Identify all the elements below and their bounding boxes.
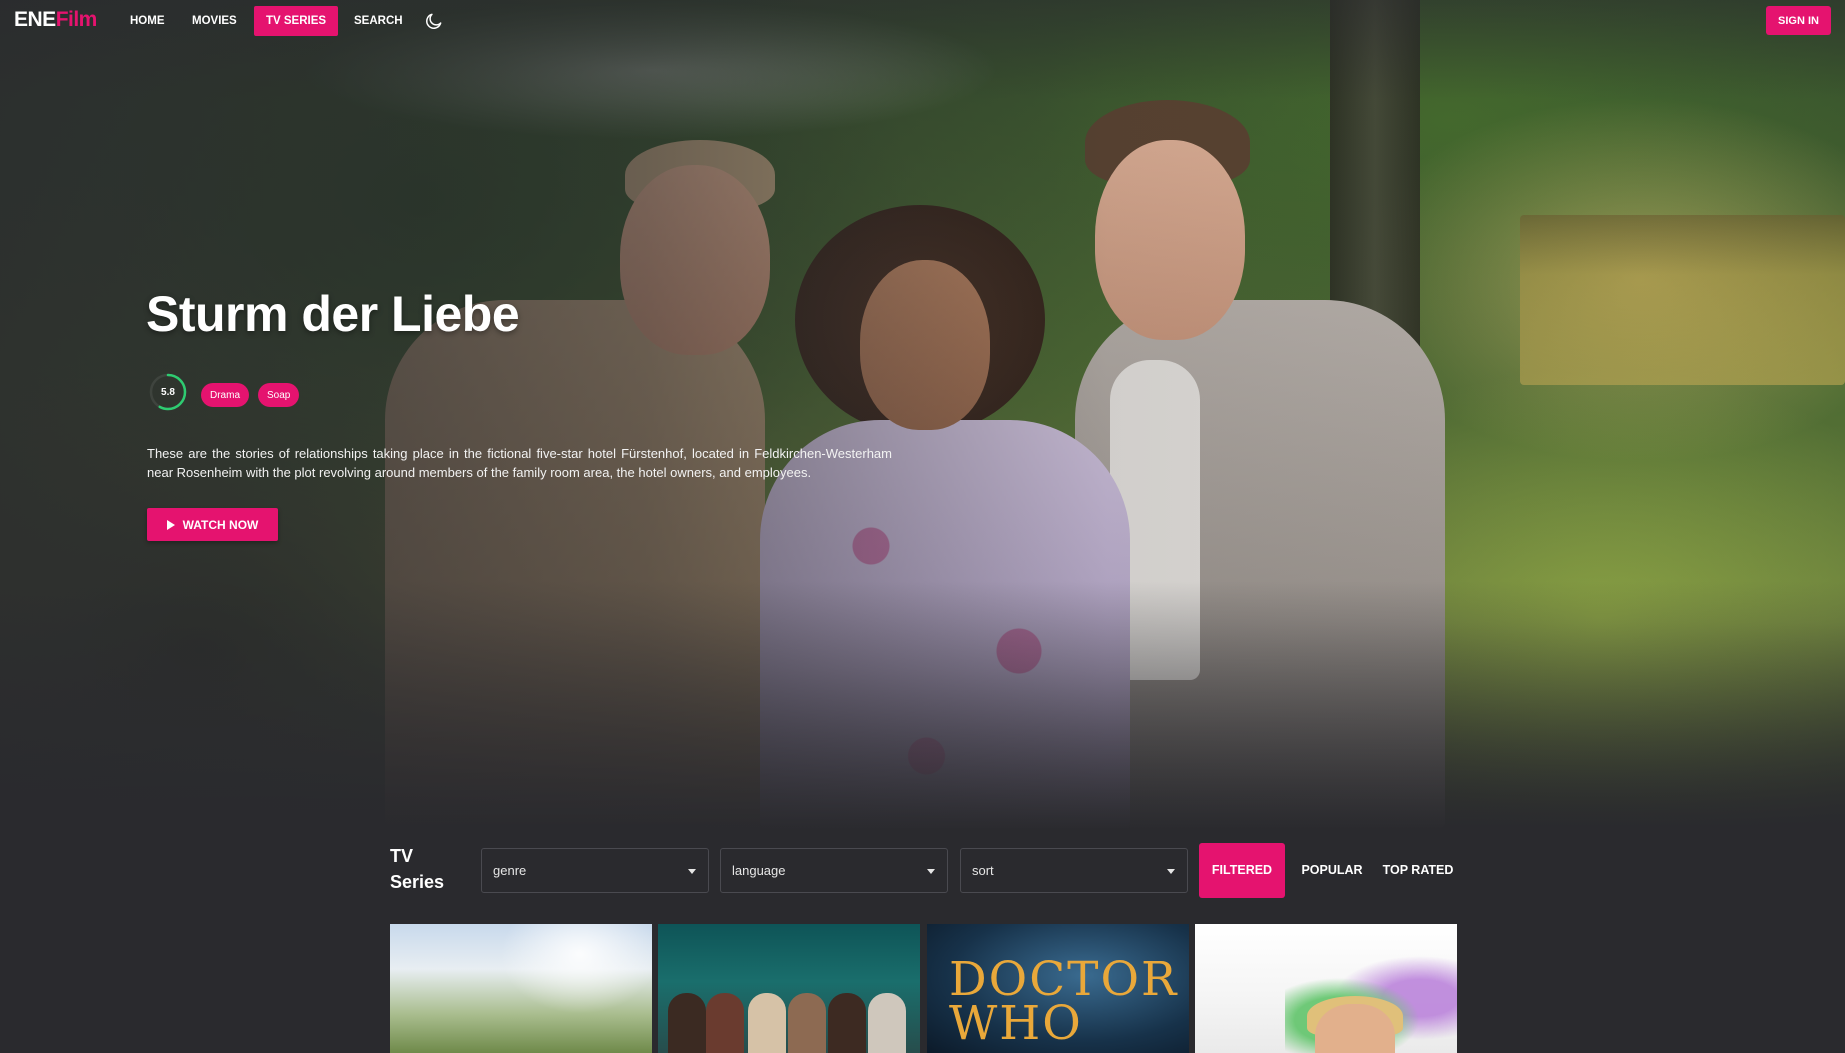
poster-card[interactable]: [390, 924, 652, 1053]
poster-card[interactable]: [1195, 924, 1457, 1053]
section-title: TV Series: [390, 846, 445, 892]
brand-logo-part2: Film: [55, 8, 98, 31]
chevron-down-icon: [688, 869, 696, 874]
poster-art: [500, 924, 652, 1014]
sort-select[interactable]: sort: [960, 848, 1188, 893]
tab-filtered[interactable]: FILTERED: [1199, 843, 1285, 898]
rating-value: 5.8: [161, 386, 175, 398]
poster-title-text: DOCTOR WHO: [949, 952, 1179, 1051]
watch-now-label: WATCH NOW: [182, 517, 259, 532]
nav-search[interactable]: SEARCH: [342, 6, 415, 36]
play-icon: [166, 519, 175, 530]
poster-art: [668, 993, 706, 1053]
hero-backdrop: [0, 0, 1845, 830]
poster-art: [706, 993, 744, 1053]
chevron-down-icon: [1167, 869, 1175, 874]
hero-title: Sturm der Liebe: [146, 286, 520, 342]
brand-logo[interactable]: ENEFilm: [14, 8, 97, 32]
tab-popular[interactable]: POPULAR: [1292, 843, 1372, 898]
sort-select-value: sort: [972, 863, 994, 878]
hero-gradient-overlay: [0, 0, 1845, 830]
poster-art: [1315, 1004, 1395, 1053]
poster-card[interactable]: DOCTOR WHO: [927, 924, 1189, 1053]
genre-chip-drama[interactable]: Drama: [201, 383, 250, 407]
sign-in-button[interactable]: SIGN IN: [1766, 6, 1831, 35]
poster-art: [868, 993, 906, 1053]
tab-top-rated[interactable]: TOP RATED: [1380, 843, 1456, 898]
top-nav: ENEFilm HOME MOVIES TV SERIES SEARCH SIG…: [0, 0, 1845, 40]
poster-art: [788, 993, 826, 1053]
poster-art: [748, 993, 786, 1053]
genre-select[interactable]: genre: [481, 848, 709, 893]
moon-icon[interactable]: [424, 11, 444, 31]
poster-art: [828, 993, 866, 1053]
nav-tv-series[interactable]: TV SERIES: [254, 6, 339, 36]
language-select[interactable]: language: [720, 848, 948, 893]
genre-select-value: genre: [493, 863, 527, 878]
brand-logo-part1: ENE: [14, 8, 56, 31]
genre-chip-soap[interactable]: Soap: [258, 383, 300, 407]
chevron-down-icon: [927, 869, 935, 874]
nav-home[interactable]: HOME: [118, 6, 177, 36]
hero-overview: These are the stories of relationships t…: [147, 446, 892, 480]
language-select-value: language: [732, 863, 786, 878]
watch-now-button[interactable]: WATCH NOW: [147, 508, 278, 541]
nav-movies[interactable]: MOVIES: [180, 6, 249, 36]
poster-card[interactable]: [658, 924, 920, 1053]
